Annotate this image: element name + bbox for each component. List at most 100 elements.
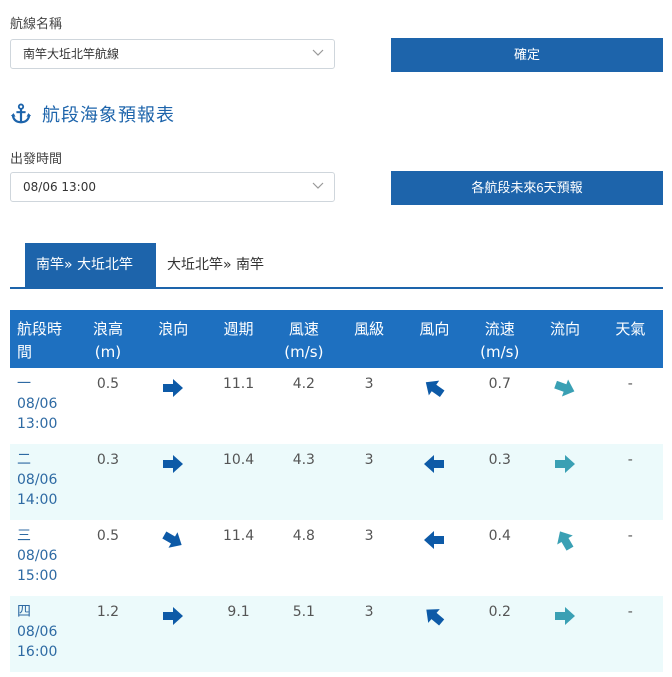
current-speed-cell: 0.4 [467, 520, 532, 596]
segment-date: 08/06 [17, 624, 58, 640]
departure-select[interactable]: 08/06 13:00 [10, 172, 335, 202]
header-wave-height-line: (m) [94, 343, 122, 361]
segment-time-cell: 一 08/06 13:00 [10, 368, 75, 444]
route-select-value: 南竿大坵北竿航線 [23, 47, 120, 61]
header-wind-speed: 風速 (m/s) [271, 310, 336, 368]
current-speed-cell: 0.2 [467, 596, 532, 672]
wave-direction-arrow-icon [162, 531, 182, 548]
chevron-down-icon [312, 49, 324, 56]
table-row: 一 08/06 13:00 0.5 11.1 4.2 3 0.7 - [10, 368, 663, 444]
wave-height-cell: 0.5 [75, 368, 140, 444]
wind-speed-cell-value: 4.8 [292, 528, 315, 544]
header-weather-line: 天氣 [615, 320, 646, 338]
header-current-speed: 流速 (m/s) [467, 310, 532, 368]
wind-direction-arrow-icon [426, 609, 445, 626]
header-wave-height-line: 浪高 [92, 320, 123, 338]
wind-level-cell: 3 [336, 520, 401, 596]
wind-speed-cell: 4.2 [271, 368, 336, 444]
wind-level-cell: 3 [336, 368, 401, 444]
segment-seg: 四 [17, 604, 31, 620]
departure-select-value: 08/06 13:00 [23, 180, 96, 194]
wind-speed-cell: 4.8 [271, 520, 336, 596]
wave-height-cell: 0.5 [75, 520, 140, 596]
wave-height-cell-value: 0.5 [96, 528, 120, 544]
table-row: 二 08/06 14:00 0.3 10.4 4.3 3 0.3 - [10, 444, 663, 520]
header-wave-height: 浪高 (m) [75, 310, 140, 368]
route-label: 航線名稱 [10, 17, 63, 32]
segment-time: 13:00 [17, 416, 58, 432]
current-direction-arrow-icon [554, 379, 575, 397]
header-wind-speed-line: (m/s) [284, 343, 324, 361]
period-cell: 11.4 [206, 520, 271, 596]
segment-time: 16:00 [17, 644, 58, 660]
current-direction-arrow-icon [555, 607, 576, 625]
section-title-text: 航段海象預報表 [42, 105, 175, 126]
table-row: 三 08/06 15:00 0.5 11.4 4.8 3 0.4 - [10, 520, 663, 596]
current-speed-cell: 0.7 [467, 368, 532, 444]
weather-cell-value: - [627, 452, 633, 468]
wave-height-cell-value: 0.3 [96, 452, 120, 468]
wind-level-cell-value: 3 [364, 452, 374, 468]
current-direction-cell [532, 444, 597, 520]
wind-speed-cell: 4.3 [271, 444, 336, 520]
segment-seg: 三 [17, 528, 31, 544]
current-speed-cell-value: 0.2 [488, 604, 511, 620]
header-segment-time-line: 航段時 [17, 320, 63, 338]
segment-time: 15:00 [17, 568, 58, 584]
wind-level-cell-value: 3 [364, 604, 374, 620]
weather-cell: - [598, 444, 663, 520]
period-cell-value: 11.1 [222, 376, 255, 392]
wind-speed-cell-value: 5.1 [292, 604, 315, 620]
tab-daqiu-to-nangan[interactable]: 大坵北竿» 南竿 [156, 243, 275, 287]
header-period: 週期 [206, 310, 271, 368]
wind-direction-arrow-icon [424, 531, 445, 549]
wind-speed-cell-value: 4.2 [292, 376, 315, 392]
table-row: 四 08/06 16:00 1.2 9.1 5.1 3 0.2 - [10, 596, 663, 672]
period-cell-value: 11.4 [222, 528, 255, 544]
wave-direction-arrow-icon [163, 607, 184, 625]
wave-direction-cell [141, 596, 206, 672]
confirm-button[interactable]: 確定 [391, 38, 663, 72]
header-weather: 天氣 [598, 310, 663, 368]
wave-direction-cell [141, 368, 206, 444]
forecast-6day-button[interactable]: 各航段未來6天預報 [391, 171, 663, 205]
tab-nangan-to-daqiu[interactable]: 南竿» 大坵北竿 [25, 243, 156, 287]
current-direction-cell [532, 368, 597, 444]
period-cell-value: 10.4 [222, 452, 255, 468]
weather-cell: - [598, 596, 663, 672]
weather-cell-value: - [627, 528, 633, 544]
weather-cell-value: - [627, 604, 633, 620]
wind-direction-arrow-icon [426, 380, 445, 398]
departure-label: 出發時間 [10, 152, 63, 167]
header-current-speed-line: 流速 [484, 320, 515, 338]
wave-height-cell: 0.3 [75, 444, 140, 520]
header-current-direction: 流向 [532, 310, 597, 368]
header-wave-direction-line: 浪向 [158, 320, 189, 338]
table-header: 航段時間浪高 (m) 浪向 週期 風速 (m/s) 風級 風向 流速 (m/s) 流向 天氣 [10, 310, 663, 368]
current-speed-cell-value: 0.3 [488, 452, 511, 468]
current-direction-arrow-icon [555, 455, 576, 473]
wave-direction-cell [141, 520, 206, 596]
wave-height-cell-value: 0.5 [96, 376, 120, 392]
wave-direction-arrow-icon [163, 379, 184, 397]
segment-time: 14:00 [17, 492, 58, 508]
wind-speed-cell: 5.1 [271, 596, 336, 672]
anchor-icon [10, 103, 32, 124]
segment-time-cell: 四 08/06 16:00 [10, 596, 75, 672]
header-current-direction-line: 流向 [550, 320, 581, 338]
header-segment-time-line: 間 [17, 343, 33, 361]
wind-level-cell: 3 [336, 596, 401, 672]
direction-tabs: 南竿» 大坵北竿 大坵北竿» 南竿 [10, 243, 663, 289]
wave-height-cell-value: 1.2 [96, 604, 120, 620]
segment-time-cell: 二 08/06 14:00 [10, 444, 75, 520]
current-speed-cell: 0.3 [467, 444, 532, 520]
period-cell: 9.1 [206, 596, 271, 672]
route-select[interactable]: 南竿大坵北竿航線 [10, 39, 335, 69]
wind-level-cell-value: 3 [364, 528, 374, 544]
period-cell-value: 9.1 [227, 604, 250, 620]
wind-level-cell-value: 3 [364, 376, 374, 392]
wave-direction-arrow-icon [163, 455, 184, 473]
sea-forecast-table: 航段時間浪高 (m) 浪向 週期 風速 (m/s) 風級 風向 流速 (m/s) 流向 天氣 一 08/… [10, 310, 663, 672]
header-wind-direction: 風向 [402, 310, 467, 368]
current-direction-arrow-icon [557, 531, 574, 551]
